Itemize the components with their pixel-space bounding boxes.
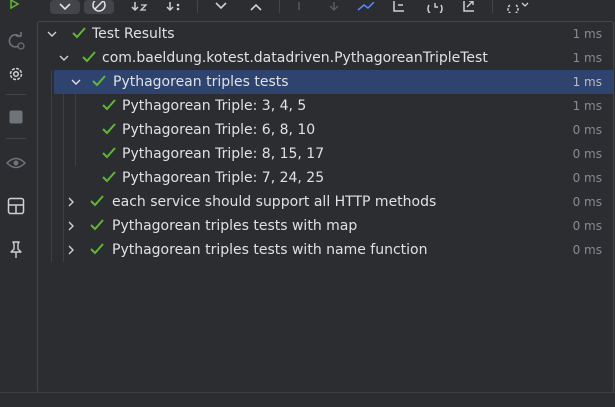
tree-row-class[interactable]: com.baeldung.kotest.datadriven.Pythagore… [38,46,613,70]
settings-icon[interactable] [5,63,27,85]
previous-failed-icon[interactable] [292,0,306,14]
next-failed-icon[interactable] [326,0,342,14]
expand-all-icon[interactable] [213,0,229,14]
stop-icon[interactable] [5,106,27,128]
import-tests-icon[interactable] [355,0,377,14]
test-group-label: Pythagorean triples tests with name func… [112,242,428,258]
tree-row-test-group[interactable]: Pythagorean triples tests 1 ms [54,70,613,94]
chevron-right-icon[interactable] [66,197,76,207]
collapse-all-icon[interactable] [248,0,264,14]
check-icon [90,195,104,207]
check-icon [102,123,116,135]
preview-icon[interactable] [5,152,27,174]
tree-row-test-case[interactable]: Pythagorean Triple: 8, 15, 17 0 ms [38,142,613,166]
left-toolbar [0,0,33,406]
tree-row-test-case[interactable]: Pythagorean Triple: 3, 4, 5 1 ms [38,94,613,118]
sort-alphabetically-icon[interactable] [130,0,150,14]
tree-row-test-group[interactable]: Pythagorean triples tests with map 0 ms [38,214,613,238]
tree-row-root[interactable]: Test Results 1 ms [38,22,613,46]
check-icon [82,51,96,63]
toolbar-divider [6,138,26,139]
test-group-label: Pythagorean triples tests [113,74,289,90]
chevron-down-icon[interactable] [47,29,57,39]
test-case-label: Pythagorean Triple: 6, 8, 10 [122,122,316,138]
check-icon [102,171,116,183]
duration: 0 ms [572,219,602,233]
root-label: Test Results [92,26,175,42]
toolbar-divider [6,94,26,95]
check-icon [90,243,104,255]
history-icon[interactable] [425,0,445,14]
open-external-icon[interactable] [461,0,477,14]
duration: 1 ms [572,99,602,113]
duration: 0 ms [572,243,602,257]
check-icon [90,219,104,231]
rerun-icon[interactable] [5,0,27,16]
sort-duration-icon[interactable] [165,0,185,14]
pin-icon[interactable] [5,239,27,261]
check-icon [102,147,116,159]
test-toolbar [33,0,615,20]
tree-row-test-group[interactable]: each service should support all HTTP met… [38,190,613,214]
rerun-failed-icon[interactable] [5,30,27,52]
duration: 0 ms [572,147,602,161]
duration: 1 ms [572,75,602,89]
chevron-right-icon[interactable] [66,245,76,255]
chevron-down-icon[interactable] [71,77,81,87]
show-passed-icon[interactable] [50,0,80,14]
duration: 1 ms [572,27,602,41]
check-icon [92,75,106,87]
tree-row-test-case[interactable]: Pythagorean Triple: 6, 8, 10 0 ms [38,118,613,142]
tree-row-test-case[interactable]: Pythagorean Triple: 7, 24, 25 0 ms [38,166,613,190]
check-icon [102,99,116,111]
test-group-label: each service should support all HTTP met… [112,194,437,210]
export-tests-icon[interactable] [391,0,407,14]
test-case-label: Pythagorean Triple: 3, 4, 5 [122,98,307,114]
test-settings-icon[interactable] [506,0,530,14]
duration: 0 ms [572,195,602,209]
test-group-label: Pythagorean triples tests with map [112,218,358,234]
duration: 0 ms [572,123,602,137]
layout-icon[interactable] [5,195,27,217]
test-results-tree: Test Results 1 ms com.baeldung.kotest.da… [37,21,614,393]
test-case-label: Pythagorean Triple: 8, 15, 17 [122,146,325,162]
class-label: com.baeldung.kotest.datadriven.Pythagore… [102,50,488,66]
toolbar-divider [279,0,280,13]
chevron-down-icon[interactable] [59,53,69,63]
check-icon [72,27,86,39]
show-ignored-icon[interactable] [84,0,114,14]
chevron-right-icon[interactable] [66,221,76,231]
toolbar-divider [492,0,493,13]
duration: 0 ms [572,171,602,185]
toolbar-divider [197,0,198,13]
test-case-label: Pythagorean Triple: 7, 24, 25 [122,170,325,186]
duration: 1 ms [572,51,602,65]
tree-row-test-group[interactable]: Pythagorean triples tests with name func… [38,238,613,262]
status-bar [0,392,615,407]
